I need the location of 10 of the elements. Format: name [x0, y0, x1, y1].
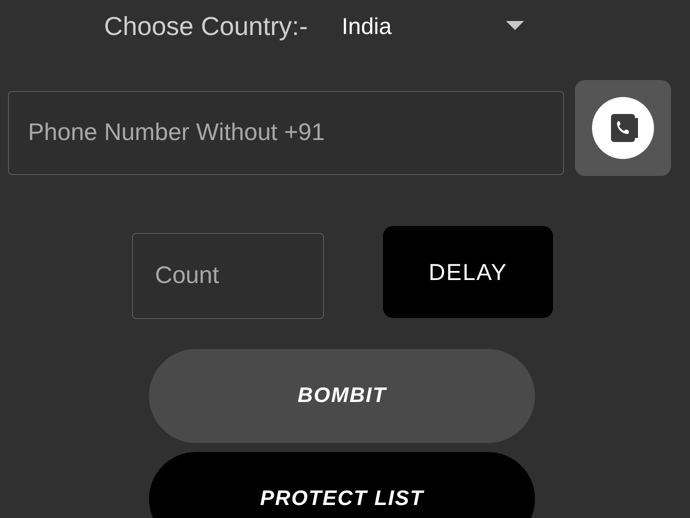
delay-button[interactable]: DELAY: [383, 226, 553, 318]
protect-list-button[interactable]: PROTECT LIST: [149, 452, 535, 518]
country-label: Choose Country:-: [104, 10, 308, 42]
contact-book-icon: [591, 96, 655, 160]
bomb-button[interactable]: BOMBIT: [149, 349, 535, 443]
count-field[interactable]: Count: [132, 233, 324, 319]
caret-icon: [506, 21, 524, 31]
country-dropdown[interactable]: India: [342, 12, 524, 40]
contacts-button[interactable]: [575, 80, 671, 176]
phone-number-field[interactable]: Phone Number Without +91: [8, 91, 564, 175]
